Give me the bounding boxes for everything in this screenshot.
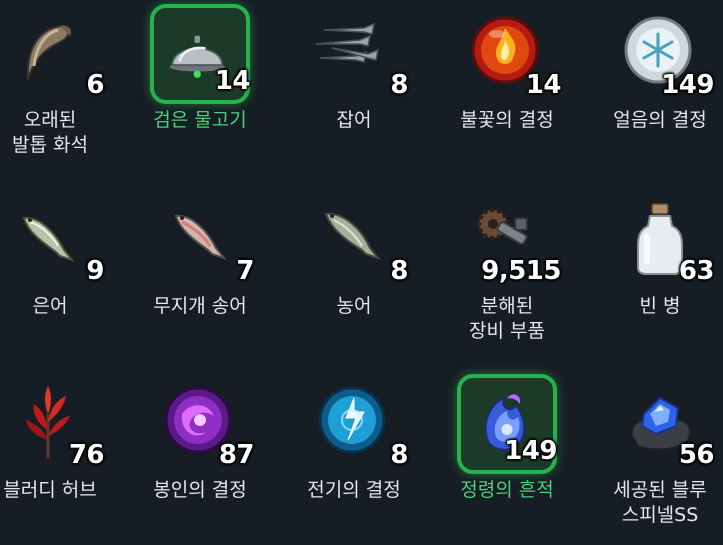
item-count: 149 [661, 70, 714, 100]
item-icon-box[interactable]: 63 [610, 190, 715, 290]
item-icon-box[interactable]: 8 [304, 190, 408, 290]
item-icon-box[interactable]: 9,515 [457, 190, 561, 290]
item-name: 블러디 허브 [3, 479, 97, 501]
item-icon-box[interactable]: 56 [610, 374, 715, 474]
item-icon-box[interactable]: 14 [457, 4, 562, 104]
item-count: 76 [68, 440, 105, 470]
item-icon-box[interactable]: 76 [0, 374, 105, 474]
item-name: 무지개 송어 [153, 295, 247, 317]
item-icon-box[interactable]: 9 [0, 190, 104, 290]
item-icon-box[interactable]: 8 [304, 374, 408, 474]
item-slot[interactable]: 149 정령의 흔적 [432, 370, 582, 545]
item-slot[interactable]: 14 검은 물고기 [125, 0, 275, 175]
item-slot[interactable]: 6 오래된 발톱 화석 [0, 0, 125, 175]
item-count: 14 [214, 66, 251, 96]
item-icon-box[interactable]: 8 [304, 4, 408, 104]
item-count: 149 [504, 436, 557, 466]
item-slot[interactable]: 56 세공된 블루 스피넬SS [585, 370, 723, 545]
item-count: 87 [218, 440, 255, 470]
claw-fossil-icon [26, 24, 72, 81]
item-name: 봉인의 결정 [153, 479, 247, 501]
item-name: 분해된 장비 부품 [469, 295, 545, 342]
item-name: 잡어 [336, 109, 372, 131]
item-slot[interactable]: 7 무지개 송어 [125, 186, 275, 361]
item-name: 검은 물고기 [153, 109, 247, 131]
item-slot[interactable]: 63 빈 병 [585, 186, 723, 361]
item-icon-box-selected[interactable]: 149 [457, 374, 557, 474]
item-count: 9 [86, 256, 104, 286]
item-slot[interactable]: 8 농어 [279, 186, 429, 361]
item-name: 오래된 발톱 화석 [12, 109, 88, 156]
rainbow-trout-icon [174, 214, 227, 261]
item-slot[interactable]: 8 잡어 [279, 0, 429, 175]
item-slot[interactable]: 9,515 분해된 장비 부품 [432, 186, 582, 361]
item-slot[interactable]: 8 전기의 결정 [279, 370, 429, 545]
item-slot[interactable]: 9 은어 [0, 186, 125, 361]
electric-crystal-icon [318, 386, 386, 454]
item-count: 6 [86, 70, 104, 100]
item-slot[interactable]: 87 봉인의 결정 [125, 370, 275, 545]
item-name: 불꽃의 결정 [460, 109, 554, 131]
inventory-grid: 6 오래된 발톱 화석 14 검은 물고기 8 잡어 14 불꽃의 결정 149… [0, 0, 723, 539]
item-name: 농어 [336, 295, 372, 317]
item-count: 14 [525, 70, 562, 100]
item-name: 은어 [32, 295, 68, 317]
small-fish-icon [315, 22, 380, 63]
item-name: 정령의 흔적 [460, 479, 554, 501]
item-slot[interactable]: 149 얼음의 결정 [585, 0, 723, 175]
item-icon-box[interactable]: 6 [0, 4, 104, 104]
item-count: 8 [390, 256, 408, 286]
item-name: 전기의 결정 [307, 479, 401, 501]
item-count: 63 [678, 256, 715, 286]
item-count: 9,515 [481, 256, 561, 286]
item-name: 세공된 블루 스피넬SS [613, 479, 707, 526]
item-name: 얼음의 결정 [613, 109, 707, 131]
item-icon-box[interactable]: 87 [150, 374, 255, 474]
item-icon-box-selected[interactable]: 14 [150, 4, 251, 104]
item-slot[interactable]: 14 불꽃의 결정 [432, 0, 582, 175]
item-count: 8 [390, 440, 408, 470]
item-name: 빈 병 [639, 295, 681, 317]
item-count: 8 [390, 70, 408, 100]
item-icon-box[interactable]: 7 [150, 190, 254, 290]
item-count: 56 [678, 440, 715, 470]
sea-bass-icon [324, 212, 381, 261]
item-icon-box[interactable]: 149 [610, 4, 714, 104]
sweetfish-icon [22, 216, 75, 263]
item-slot[interactable]: 76 블러디 허브 [0, 370, 125, 545]
item-count: 7 [236, 256, 254, 286]
